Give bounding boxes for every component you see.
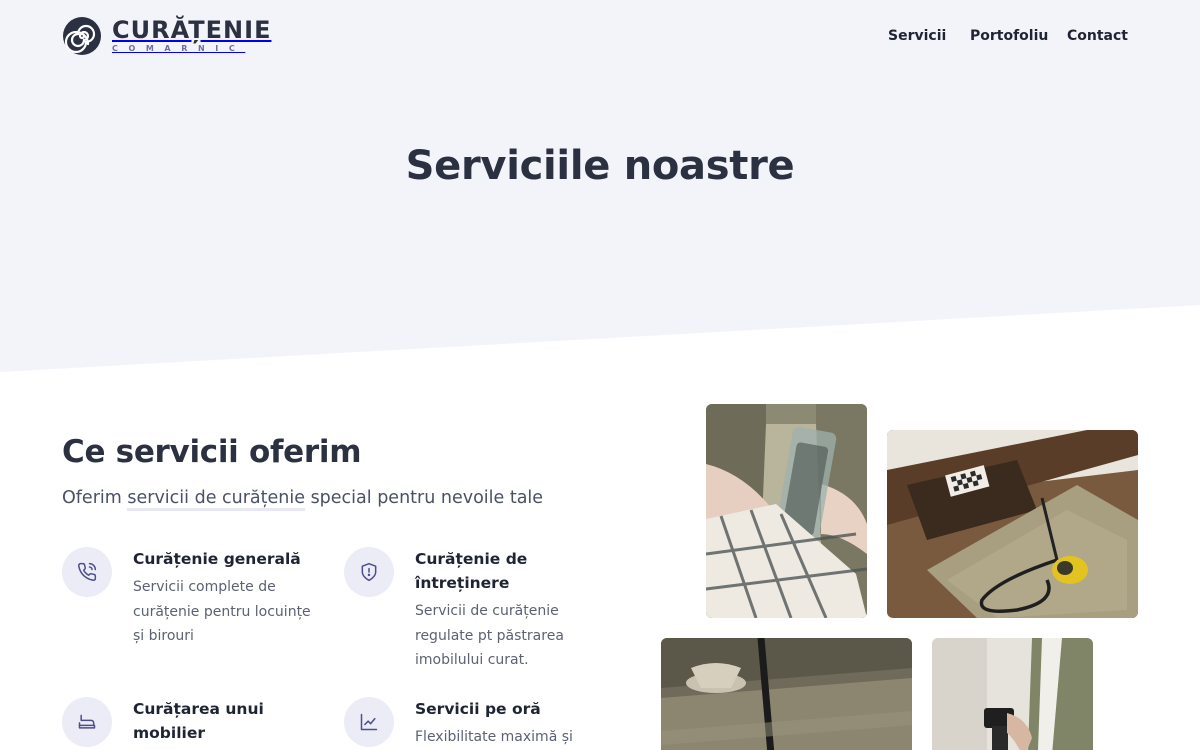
service-title: Curățenie de întreținere: [415, 550, 528, 592]
photo-vacuum-carpet: [887, 430, 1138, 618]
page-title: Serviciile noastre: [405, 143, 795, 189]
service-icon-badge: [344, 547, 394, 597]
subtitle-text-end: special pentru nevoile tale: [305, 488, 544, 508]
service-title: Curățarea unui mobilier: [133, 700, 264, 742]
brand-subtitle: COMARNIC: [112, 44, 246, 53]
service-title: Servicii pe oră: [415, 700, 541, 718]
photo-floor-cleaning: [661, 638, 912, 750]
shield-icon: [361, 562, 377, 582]
service-description: Servicii complete de curățenie pentru lo…: [133, 579, 311, 644]
service-icon-badge: [62, 547, 112, 597]
subtitle-highlight: servicii de curățenie: [127, 488, 305, 511]
spiral-logo-icon: [63, 17, 101, 55]
service-description: Servicii de curățenie regulate pt păstra…: [415, 603, 564, 668]
phone-icon: [78, 562, 97, 581]
service-icon-badge: [62, 697, 112, 747]
nav-item-servicii[interactable]: Servicii: [888, 28, 946, 44]
nav-item-contact[interactable]: Contact: [1067, 28, 1128, 44]
section-subtitle: Oferim servicii de curățenie special pen…: [62, 488, 544, 511]
photo-spray-bottle: [932, 638, 1093, 750]
subtitle-text-start: Oferim: [62, 488, 128, 508]
site-header: CURĂȚENIE COMARNIC Servicii Portofoliu C…: [0, 0, 1200, 75]
service-title: Curățenie generală: [133, 550, 301, 568]
service-description: Flexibilitate maximă și: [415, 729, 573, 745]
service-icon-badge: [344, 697, 394, 747]
chart-line-icon: [360, 713, 378, 731]
nav-item-portofoliu[interactable]: Portofoliu: [970, 28, 1048, 44]
sofa-icon: [78, 714, 96, 729]
brand-logo[interactable]: CURĂȚENIE COMARNIC: [62, 16, 271, 56]
brand-name: CURĂȚENIE: [112, 16, 272, 44]
section-title: Ce servicii oferim: [62, 434, 362, 470]
photo-wiping-glass: [706, 404, 867, 618]
